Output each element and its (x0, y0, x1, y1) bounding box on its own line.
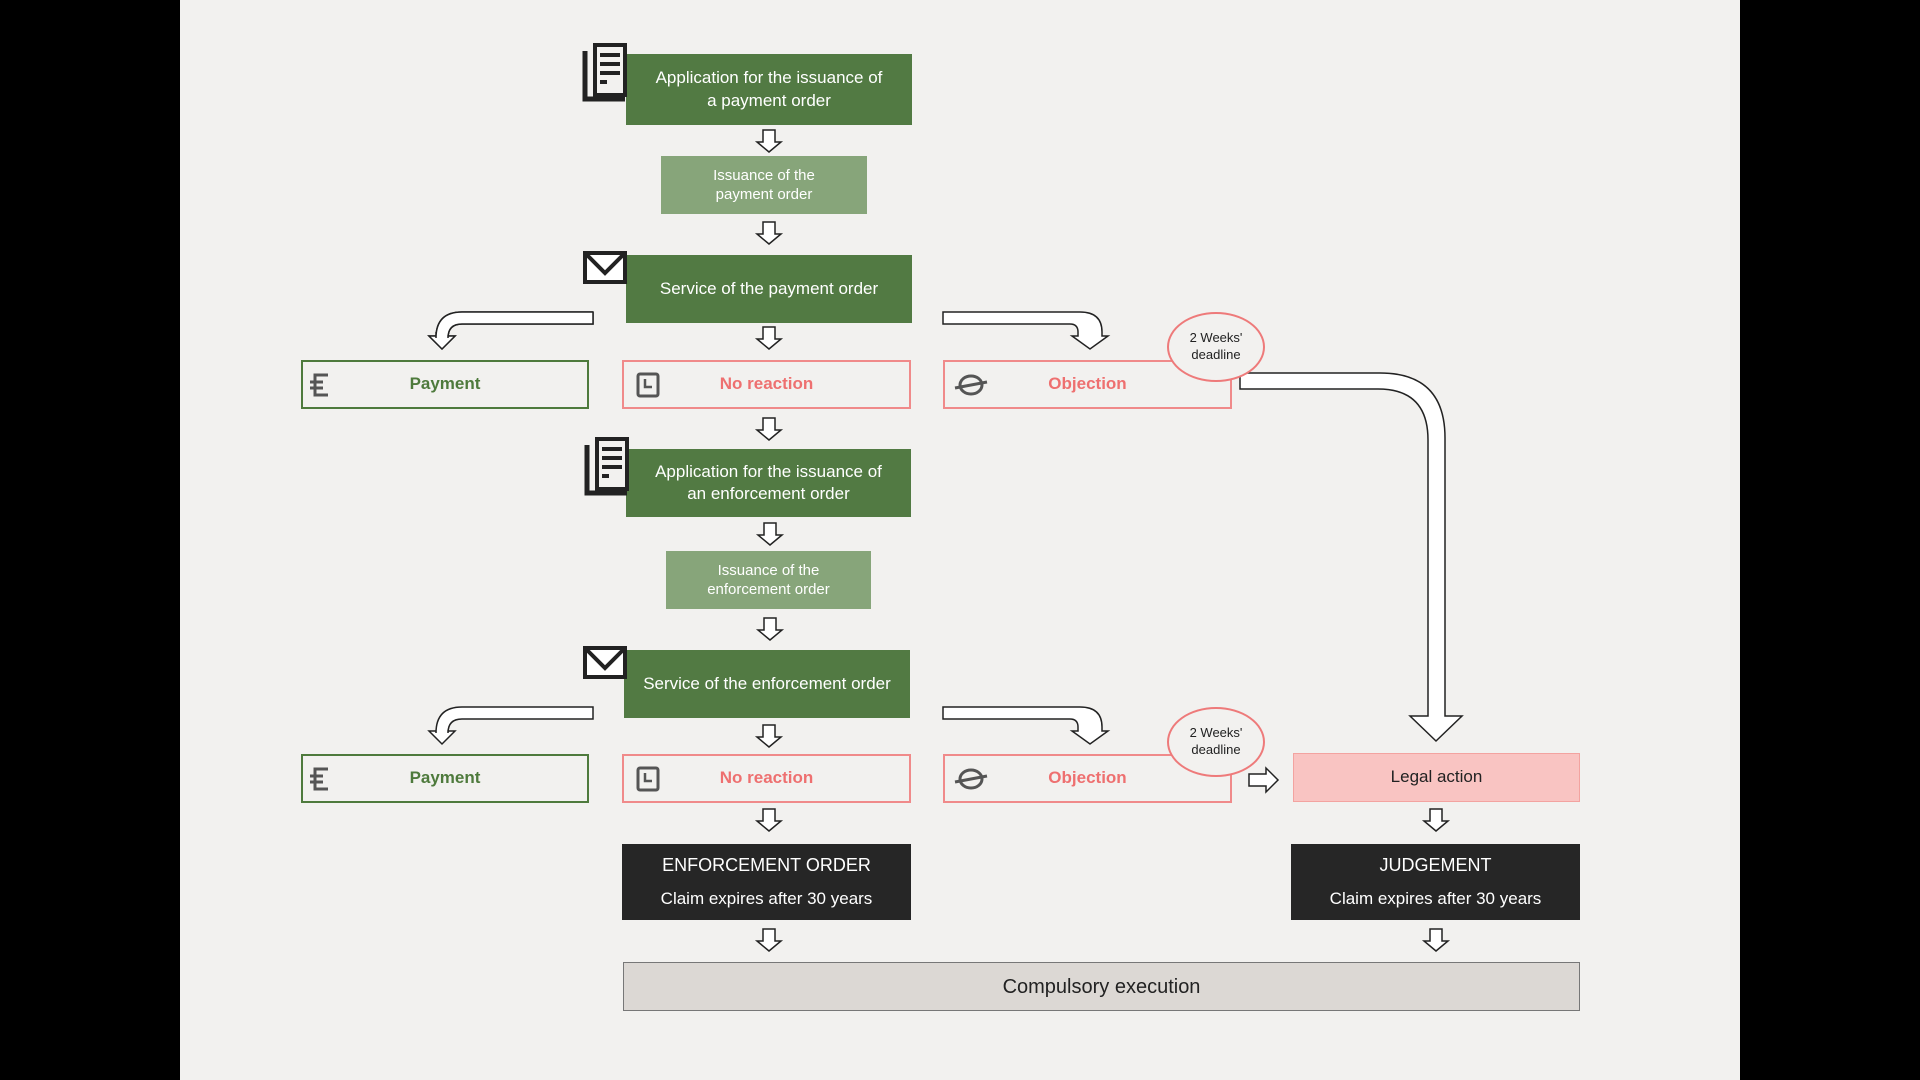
step-label: Service of the enforcement order (643, 673, 891, 693)
outcome-no-reaction-1: No reaction (622, 360, 911, 409)
outcome-label: No reaction (719, 374, 814, 394)
step-issuance-payment-order: Issuance of the payment order (661, 156, 867, 214)
objection-icon (954, 374, 988, 396)
deadline-label: 2 Weeks' deadline (1189, 330, 1243, 362)
step-issuance-enforcement-order: Issuance of the enforcement order (666, 551, 871, 609)
connector-arrows (427, 129, 1464, 952)
objection-icon (954, 768, 988, 790)
clock-icon (636, 766, 660, 792)
down-arrow (754, 928, 784, 952)
step-application-payment-order: Application for the issuance of a paymen… (626, 54, 912, 125)
outcome-payment-2: Payment (301, 754, 589, 803)
euro-icon (310, 767, 328, 791)
down-arrow (754, 326, 784, 350)
outcome-no-reaction-2: No reaction (622, 754, 911, 803)
down-arrow (754, 221, 784, 245)
result-title: JUDGEMENT (1379, 855, 1492, 876)
document-icon (584, 437, 629, 496)
envelope-icon (583, 646, 627, 679)
compulsory-execution-box: Compulsory execution (623, 962, 1580, 1011)
down-arrow (1421, 928, 1451, 952)
outcome-label: Objection (1048, 768, 1127, 788)
step-label: Issuance of the payment order (713, 166, 815, 204)
down-arrow (1421, 808, 1451, 832)
step-service-enforcement-order: Service of the enforcement order (624, 650, 910, 718)
curved-arrow-to-payment-2 (427, 706, 594, 746)
step-label: Application for the issuance of a paymen… (655, 68, 883, 110)
euro-icon (310, 373, 328, 397)
outcome-label: No reaction (719, 768, 814, 788)
compulsory-label: Compulsory execution (1002, 975, 1201, 998)
down-arrow (754, 808, 784, 832)
judgement-result: JUDGEMENT Claim expires after 30 years (1291, 844, 1580, 920)
result-subtitle: Claim expires after 30 years (660, 888, 873, 908)
deadline-badge-2: 2 Weeks' deadline (1167, 707, 1265, 777)
step-label: Application for the issuance of an enfor… (655, 461, 882, 503)
down-arrow (754, 417, 784, 441)
arrow-objection-to-legal-action (1239, 372, 1464, 743)
down-arrow (754, 724, 784, 748)
result-subtitle: Claim expires after 30 years (1329, 888, 1542, 908)
step-label: Service of the payment order (659, 278, 879, 298)
outcome-label: Payment (409, 768, 481, 788)
legal-action-box: Legal action (1293, 753, 1580, 802)
deadline-badge-1: 2 Weeks' deadline (1167, 312, 1265, 382)
down-arrow (755, 522, 785, 546)
deadline-label: 2 Weeks' deadline (1189, 725, 1243, 757)
clock-icon (636, 372, 660, 398)
step-service-payment-order: Service of the payment order (626, 255, 912, 323)
document-icon (582, 43, 627, 102)
down-arrow (755, 617, 785, 641)
legal-action-label: Legal action (1390, 767, 1483, 787)
enforcement-order-result: ENFORCEMENT ORDER Claim expires after 30 … (622, 844, 911, 920)
outcome-payment-1: Payment (301, 360, 589, 409)
step-application-enforcement-order: Application for the issuance of an enfor… (626, 449, 911, 517)
result-title: ENFORCEMENT ORDER (662, 855, 871, 876)
envelope-icon (583, 251, 627, 284)
curved-arrow-to-objection-2 (942, 706, 1111, 745)
curved-arrow-to-objection-1 (942, 311, 1111, 350)
arrow-to-legal-action (1248, 766, 1280, 794)
outcome-label: Objection (1048, 374, 1127, 394)
down-arrow (754, 129, 784, 153)
outcome-label: Payment (409, 374, 481, 394)
step-label: Issuance of the enforcement order (707, 561, 830, 599)
